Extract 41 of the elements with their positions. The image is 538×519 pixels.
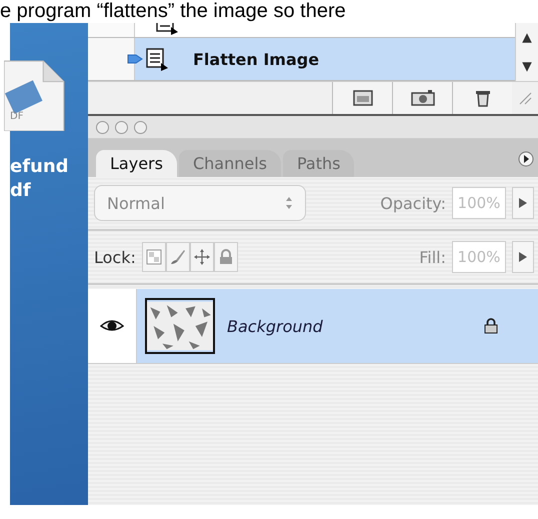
panel-tab[interactable]: Layers	[96, 150, 177, 177]
checkerboard-icon	[146, 249, 162, 265]
file-name-label[interactable]: efund	[10, 155, 69, 179]
play-arrow-icon	[519, 198, 527, 208]
lock-position-button[interactable]	[190, 242, 214, 272]
stepper-arrows-icon	[285, 196, 293, 210]
lock-all-button[interactable]	[214, 242, 238, 272]
lock-label: Lock:	[94, 248, 136, 266]
resize-grip-icon[interactable]	[518, 91, 532, 105]
pdf-file-icon	[4, 59, 66, 131]
panel-tab[interactable]: Channels	[178, 150, 281, 177]
brush-icon	[170, 249, 186, 265]
layer-row[interactable]: Background	[88, 289, 538, 364]
file-name-label[interactable]: df	[10, 179, 69, 203]
opacity-label: Opacity:	[380, 194, 446, 212]
scroll-down-arrow-icon[interactable]	[521, 60, 533, 72]
layer-name: Background	[227, 316, 324, 336]
play-arrow-icon	[519, 252, 527, 262]
camera-icon	[410, 90, 434, 106]
caption-text: e program “flattens” the image so there	[0, 0, 347, 23]
snapshot-button[interactable]	[392, 82, 452, 114]
history-state-arrow-icon	[127, 52, 143, 66]
panel-tab[interactable]: Paths	[282, 150, 354, 177]
history-item-label: Flatten Image	[193, 50, 320, 68]
lock-transparency-button[interactable]	[142, 242, 166, 272]
window-icon	[352, 90, 372, 106]
padlock-icon	[218, 249, 234, 265]
move-arrows-icon	[194, 249, 210, 265]
fill-slider-button[interactable]	[512, 241, 534, 273]
delete-button[interactable]	[452, 82, 512, 114]
lock-pixels-button[interactable]	[166, 242, 190, 272]
panel-menu-icon[interactable]	[518, 151, 534, 167]
file-type-label: DF	[10, 111, 24, 122]
opacity-slider-button[interactable]	[512, 187, 534, 219]
new-document-button[interactable]	[332, 82, 392, 114]
fill-label: Fill:	[419, 248, 446, 266]
scroll-up-arrow-icon[interactable]	[521, 32, 533, 44]
trash-icon	[474, 89, 490, 107]
scrollbar[interactable]	[515, 23, 538, 81]
document-action-icon	[145, 47, 169, 71]
history-item[interactable]: Flatten Image	[88, 38, 515, 81]
